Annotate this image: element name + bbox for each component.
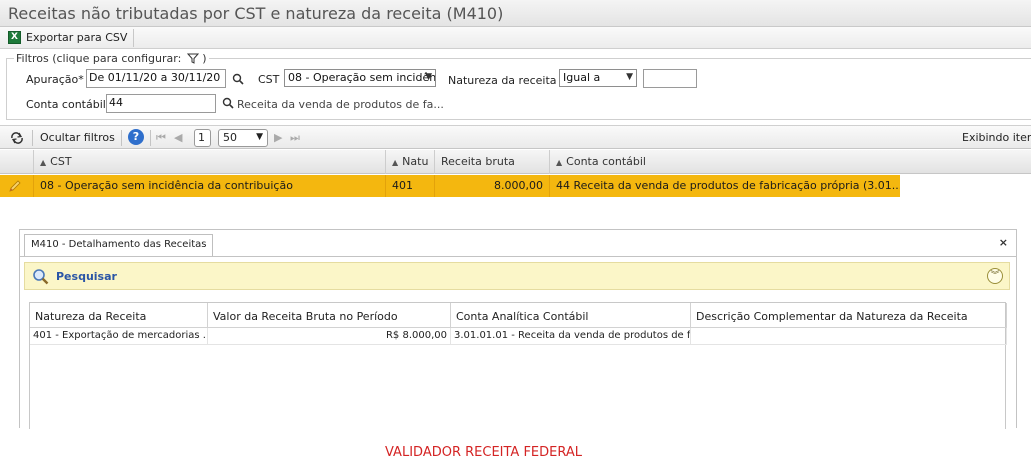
- detail-grid: Natureza da Receita Valor da Receita Bru…: [29, 302, 1007, 460]
- apuracao-input[interactable]: De 01/11/20 a 30/11/20: [86, 69, 226, 88]
- next-page-icon[interactable]: ▶: [274, 131, 282, 144]
- prev-page-icon[interactable]: ◀: [174, 131, 182, 144]
- search-icon[interactable]: [222, 97, 234, 109]
- page-number-input[interactable]: 1: [194, 129, 211, 147]
- chevron-down-icon: ▼: [256, 132, 263, 142]
- tab-divider: [20, 256, 1016, 257]
- apuracao-label: Apuração*: [26, 73, 84, 86]
- export-csv-button[interactable]: X Exportar para CSV: [4, 29, 135, 47]
- cell-natureza-receita: 401 - Exportação de mercadorias ...: [30, 328, 208, 345]
- grid-header: ▲ CST ▲ Natu Receita bruta ▲ Conta contábil: [0, 150, 1031, 174]
- cell-descricao: [691, 328, 1007, 345]
- search-icon: [33, 269, 49, 285]
- cell-valor-receita: R$ 8.000,00: [208, 328, 451, 345]
- first-page-icon[interactable]: ⏮: [156, 131, 166, 145]
- filters-legend[interactable]: Filtros (clique para configurar: ): [14, 52, 209, 65]
- page-size-select[interactable]: 50 ▼: [218, 129, 268, 147]
- conta-input[interactable]: 44: [106, 94, 216, 113]
- search-icon[interactable]: [232, 73, 244, 85]
- sort-asc-icon: ▲: [40, 158, 47, 167]
- last-page-icon[interactable]: ⏭: [290, 131, 300, 145]
- separator: [150, 130, 151, 146]
- search-label: Pesquisar: [56, 270, 117, 283]
- column-header-receita[interactable]: Receita bruta: [435, 150, 550, 174]
- column-header-conta-analitica[interactable]: Conta Analítica Contábil: [451, 303, 691, 328]
- hide-filters-button[interactable]: Ocultar filtros: [40, 131, 115, 144]
- grid-header-spacer: [0, 150, 34, 174]
- export-csv-label: Exportar para CSV: [26, 31, 128, 44]
- excel-icon: X: [8, 31, 21, 44]
- expand-icon[interactable]: ︾: [987, 268, 1003, 284]
- showing-items-text: Exibindo iten: [962, 131, 1031, 144]
- refresh-icon[interactable]: [10, 132, 24, 144]
- natureza-operator-select[interactable]: Igual a ▼: [559, 69, 637, 87]
- separator: [32, 130, 33, 146]
- validator-text: VALIDADOR RECEITA FEDERAL: [385, 445, 582, 460]
- cst-label: CST: [258, 73, 280, 86]
- funnel-icon[interactable]: [186, 53, 199, 64]
- natureza-input[interactable]: [643, 69, 697, 88]
- chevron-down-icon: ▼: [626, 72, 633, 82]
- natureza-label: Natureza da receita: [448, 74, 557, 87]
- table-row[interactable]: 08 - Operação sem incidência da contribu…: [0, 175, 900, 197]
- column-header-cst[interactable]: ▲ CST: [34, 150, 386, 174]
- close-icon[interactable]: ×: [999, 236, 1008, 249]
- page-title: Receitas não tributadas por CST e nature…: [0, 0, 1031, 27]
- cell-natureza: 401: [386, 175, 435, 197]
- detail-panel: M410 - Detalhamento das Receitas × Pesqu…: [19, 229, 1017, 460]
- separator: [121, 130, 122, 146]
- row-edit-cell[interactable]: [0, 175, 34, 197]
- pencil-icon[interactable]: [8, 179, 22, 193]
- column-header-natureza-receita[interactable]: Natureza da Receita: [30, 303, 208, 328]
- column-header-natureza[interactable]: ▲ Natu: [386, 150, 435, 174]
- cell-conta: 44 Receita da venda de produtos de fabri…: [556, 179, 900, 192]
- chevron-down-icon: ▼: [425, 72, 432, 82]
- column-header-valor-receita[interactable]: Valor da Receita Bruta no Período: [208, 303, 451, 328]
- cell-cst: 08 - Operação sem incidência da contribu…: [34, 175, 386, 197]
- sort-asc-icon: ▲: [392, 158, 399, 167]
- toolbar: X Exportar para CSV: [0, 27, 1031, 49]
- tab-detalhamento[interactable]: M410 - Detalhamento das Receitas: [24, 234, 214, 256]
- conta-label: Conta contábil: [26, 98, 106, 111]
- cst-select[interactable]: 08 - Operação sem incidência ▼: [284, 69, 436, 87]
- search-bar[interactable]: Pesquisar ︾: [24, 262, 1010, 290]
- pager-toolbar: Ocultar filtros ? ⏮ ◀ 1 50 ▼ ▶ ⏭ Exibind…: [0, 125, 1031, 149]
- help-icon[interactable]: ?: [128, 129, 144, 145]
- column-header-descricao[interactable]: Descrição Complementar da Natureza da Re…: [691, 303, 1007, 328]
- sort-asc-icon: ▲: [556, 158, 563, 167]
- column-header-conta[interactable]: ▲ Conta contábil: [550, 150, 1031, 174]
- cell-receita: 8.000,00: [435, 175, 550, 197]
- cell-conta-analitica: 3.01.01.01 - Receita da venda de produto…: [451, 328, 691, 345]
- conta-description: Receita da venda de produtos de fa...: [237, 98, 444, 111]
